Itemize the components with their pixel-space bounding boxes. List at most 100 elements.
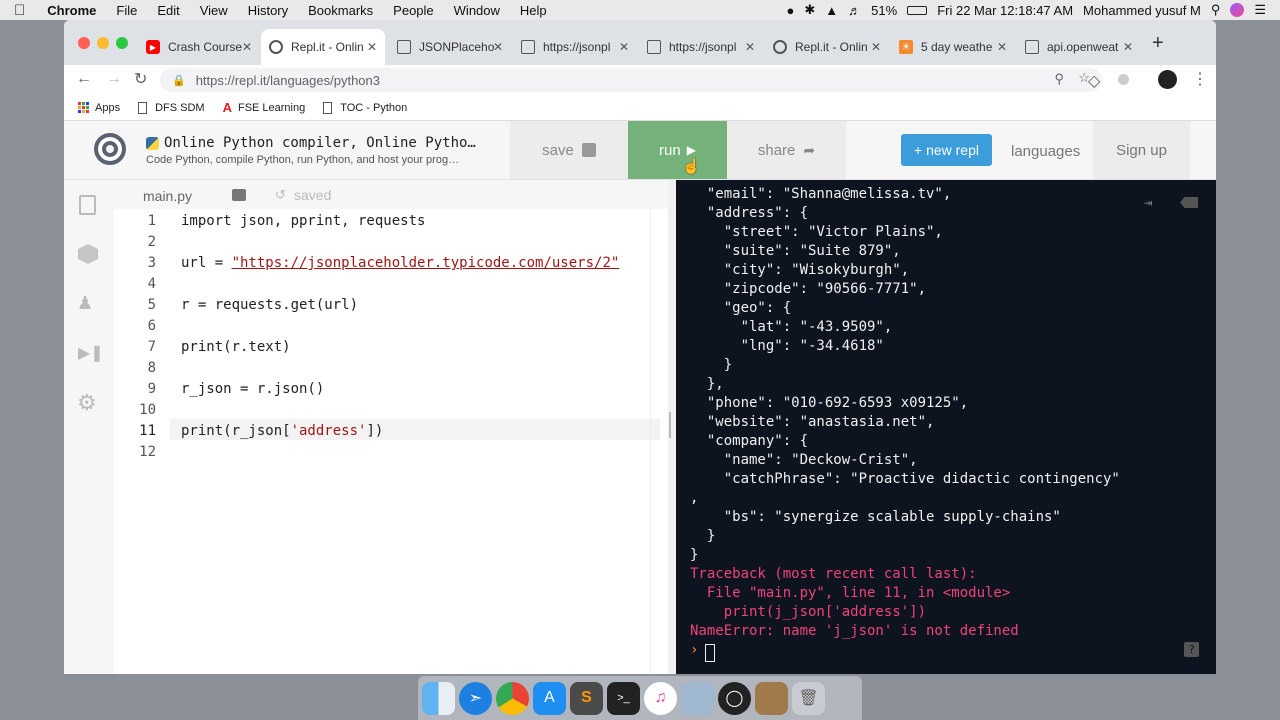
- close-icon[interactable]: ✕: [493, 40, 503, 54]
- menu-file[interactable]: File: [116, 3, 137, 18]
- debugger-icon[interactable]: ▶❚: [78, 343, 104, 363]
- console-cursor[interactable]: [705, 644, 715, 662]
- code-line[interactable]: 5 r = requests.get(url): [114, 295, 662, 316]
- itunes-icon[interactable]: ♫: [644, 681, 677, 715]
- minimize-window-button[interactable]: [97, 37, 109, 49]
- volume-icon[interactable]: ♬: [848, 3, 861, 18]
- obs-status-icon[interactable]: ●: [787, 3, 795, 18]
- close-icon[interactable]: ✕: [1123, 40, 1133, 54]
- close-icon[interactable]: ✕: [619, 40, 629, 54]
- extension-2-icon[interactable]: [1118, 74, 1129, 85]
- back-icon[interactable]: ←: [76, 70, 92, 88]
- multiplayer-icon[interactable]: ♟: [77, 293, 93, 314]
- code-line[interactable]: 1 import json, pprint, requests: [114, 211, 662, 232]
- sublime-text-icon[interactable]: S: [570, 681, 603, 715]
- wifi-icon[interactable]: ▲: [825, 3, 838, 18]
- console-expand-icon[interactable]: ⇥: [1144, 195, 1152, 211]
- tab-jsonpl-2[interactable]: https://jsonpl ✕: [639, 29, 763, 65]
- menu-help[interactable]: Help: [520, 3, 547, 18]
- bluetooth-icon[interactable]: ✱: [804, 2, 815, 18]
- battery-percent[interactable]: 51%: [871, 3, 897, 18]
- close-icon[interactable]: ✕: [871, 40, 881, 54]
- menu-edit[interactable]: Edit: [157, 3, 179, 18]
- code-line[interactable]: 8: [114, 358, 662, 379]
- reload-icon[interactable]: ↻: [134, 69, 147, 89]
- code-line[interactable]: 7 print(r.text): [114, 337, 662, 358]
- run-button[interactable]: run ▶: [628, 121, 727, 179]
- format-icon[interactable]: [232, 189, 246, 201]
- close-icon[interactable]: ✕: [242, 40, 252, 54]
- tab-crash-course[interactable]: ▶ Crash Course ✕: [138, 29, 260, 65]
- bookmark-apps[interactable]: Apps: [78, 102, 120, 114]
- output-console[interactable]: ⇥ "email": "Shanna@melissa.tv", "address…: [676, 180, 1216, 674]
- bookmark-dfs-sdm[interactable]: DFS SDM: [138, 101, 205, 114]
- terminal-icon[interactable]: >_: [607, 681, 640, 715]
- menu-view[interactable]: View: [200, 3, 228, 18]
- tab-weather[interactable]: ☀ 5 day weathe ✕: [891, 29, 1015, 65]
- code-line[interactable]: 11 print(r_json['address']): [114, 421, 662, 442]
- forward-icon[interactable]: →: [106, 70, 122, 88]
- files-icon[interactable]: [79, 195, 96, 215]
- help-button[interactable]: ?: [1184, 642, 1199, 657]
- chrome-menu-icon[interactable]: ⋮: [1192, 69, 1208, 89]
- address-bar[interactable]: 🔒 https://repl.it/languages/python3 ⚲ ☆: [160, 68, 1102, 92]
- notification-center-icon[interactable]: ☰: [1254, 2, 1266, 18]
- file-tab-main-py[interactable]: main.py: [143, 188, 192, 204]
- safari-icon[interactable]: ➣: [459, 681, 492, 715]
- code-line[interactable]: 4: [114, 274, 662, 295]
- close-icon[interactable]: ✕: [997, 40, 1007, 54]
- chrome-icon[interactable]: [496, 681, 529, 715]
- siri-icon[interactable]: [1230, 3, 1245, 17]
- clock[interactable]: Fri 22 Mar 12:18:47 AM: [937, 3, 1073, 18]
- signup-button[interactable]: Sign up: [1093, 121, 1190, 179]
- preview-icon[interactable]: [681, 681, 714, 715]
- profile-avatar[interactable]: [1158, 70, 1177, 89]
- code-line[interactable]: 9 r_json = r.json(): [114, 379, 662, 400]
- close-icon[interactable]: ✕: [367, 40, 377, 54]
- menu-people[interactable]: People: [393, 3, 433, 18]
- code-line[interactable]: 3 url = "https://jsonplaceholder.typicode…: [114, 253, 662, 274]
- spotlight-icon[interactable]: ⚲: [1211, 2, 1221, 18]
- apple-icon[interactable]: : [14, 2, 25, 19]
- bookmark-toc-python[interactable]: TOC - Python: [323, 101, 407, 114]
- zoom-window-button[interactable]: [116, 37, 128, 49]
- code-editor[interactable]: main.py ↺ saved 1 import json, pprint, re…: [114, 180, 676, 674]
- extension-icon[interactable]: ◇: [1088, 71, 1100, 91]
- menu-history[interactable]: History: [248, 3, 288, 18]
- menu-chrome[interactable]: Chrome: [47, 3, 96, 18]
- code-line[interactable]: 12: [114, 442, 662, 463]
- settings-gear-icon[interactable]: ⚙: [77, 390, 97, 416]
- editor-scrollbar[interactable]: [650, 209, 658, 674]
- tab-replit-active[interactable]: Repl.it - Onlin ✕: [261, 29, 385, 65]
- new-repl-button[interactable]: + new repl: [901, 134, 992, 166]
- tab-replit-2[interactable]: Repl.it - Onlin ✕: [765, 29, 889, 65]
- close-icon[interactable]: ✕: [745, 40, 755, 54]
- tab-jsonpl-1[interactable]: https://jsonpl ✕: [513, 29, 637, 65]
- battery-icon[interactable]: [907, 5, 928, 15]
- console-clear-icon[interactable]: [1180, 197, 1198, 208]
- menu-window[interactable]: Window: [454, 3, 500, 18]
- bookmark-fse-learning[interactable]: A FSE Learning: [223, 100, 306, 115]
- pane-divider[interactable]: [668, 180, 676, 674]
- close-window-button[interactable]: [78, 37, 90, 49]
- trash-icon[interactable]: 🗑: [792, 681, 825, 715]
- languages-link[interactable]: languages: [1011, 143, 1080, 160]
- code-line[interactable]: 2: [114, 232, 662, 253]
- save-button[interactable]: save: [510, 121, 628, 179]
- code-line[interactable]: 10: [114, 400, 662, 421]
- downloads-folder-icon[interactable]: [755, 681, 788, 715]
- tab-jsonplaceholder[interactable]: JSONPlaceho ✕: [389, 29, 511, 65]
- app-store-icon[interactable]: A: [533, 681, 566, 715]
- zoom-icon[interactable]: ⚲: [1054, 71, 1064, 87]
- code-line[interactable]: 6: [114, 316, 662, 337]
- resize-handle[interactable]: [669, 412, 671, 438]
- new-tab-icon[interactable]: +: [1152, 32, 1164, 55]
- menu-bookmarks[interactable]: Bookmarks: [308, 3, 373, 18]
- packages-icon[interactable]: [78, 244, 98, 264]
- obs-icon[interactable]: ◯: [718, 681, 751, 715]
- replit-logo-icon[interactable]: [94, 133, 126, 165]
- share-button[interactable]: share ➦: [727, 121, 846, 179]
- user-name[interactable]: Mohammed yusuf M: [1083, 3, 1201, 18]
- finder-icon[interactable]: [422, 681, 455, 715]
- tab-openweather[interactable]: api.openweat ✕: [1017, 29, 1141, 65]
